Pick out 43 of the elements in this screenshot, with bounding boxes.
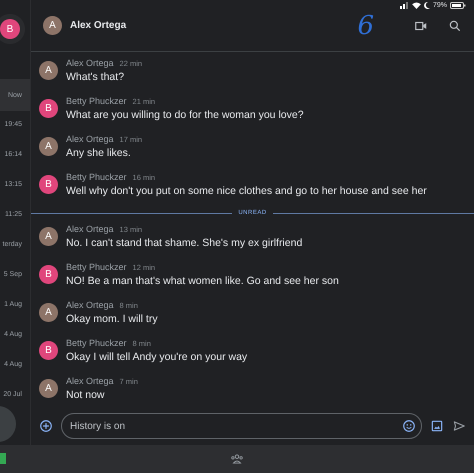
message-input[interactable]: History is on [61, 413, 422, 439]
contact-avatar: A [43, 16, 62, 35]
message-text: Any she likes. [66, 147, 132, 159]
search-icon[interactable] [448, 18, 462, 32]
sender-name: Alex Ortega [66, 224, 114, 234]
sender-avatar: A [39, 137, 58, 156]
message-text: Okay mom. I will try [66, 313, 158, 325]
sender-name: Alex Ortega [66, 300, 114, 310]
sender-name: Alex Ortega [66, 376, 114, 386]
sender-avatar: B [39, 341, 58, 360]
sender-name: Betty Phuckzer [66, 96, 127, 106]
sender-avatar: B [39, 175, 58, 194]
signal-icon [400, 2, 409, 9]
message-text: NO! Be a man that's what women like. Go and see her son [66, 275, 339, 287]
sender-name: Alex Ortega [66, 134, 114, 144]
sender-avatar: B [39, 99, 58, 118]
sender-name: Betty Phuckzer [66, 262, 127, 272]
message-text: What's that? [66, 71, 126, 83]
message-text: Not now [66, 389, 106, 401]
sender-avatar: A [39, 303, 58, 322]
contact-name: Alex Ortega [70, 20, 128, 31]
wifi-icon [412, 2, 421, 9]
sender-avatar: A [39, 61, 58, 80]
send-icon[interactable] [452, 419, 466, 433]
message-text: Okay I will tell Andy you're on your way [66, 351, 248, 363]
sender-avatar: A [39, 227, 58, 246]
sender-name: Betty Phuckzer [66, 338, 127, 348]
app-indicator [0, 453, 6, 464]
message-text: No. I can't stand that shame. She's my ex girlfriend [66, 237, 302, 249]
handwritten-annotation: 6 [357, 10, 374, 40]
battery-icon [450, 2, 466, 9]
people-icon[interactable] [230, 452, 244, 466]
sender-name: Betty Phuckzer [66, 172, 127, 182]
emoji-icon[interactable] [402, 419, 416, 433]
image-icon[interactable] [430, 419, 444, 433]
sender-avatar: A [39, 379, 58, 398]
message-text: Well why don't you put on some nice clothes and go to her house and see her [66, 185, 427, 197]
user-avatar[interactable]: B [0, 19, 20, 39]
moon-icon [424, 2, 430, 9]
message-text: What are you willing to do for the woman you love? [66, 109, 304, 121]
add-icon[interactable] [39, 419, 53, 433]
sender-avatar: B [39, 265, 58, 284]
sender-name: Alex Ortega [66, 58, 114, 68]
